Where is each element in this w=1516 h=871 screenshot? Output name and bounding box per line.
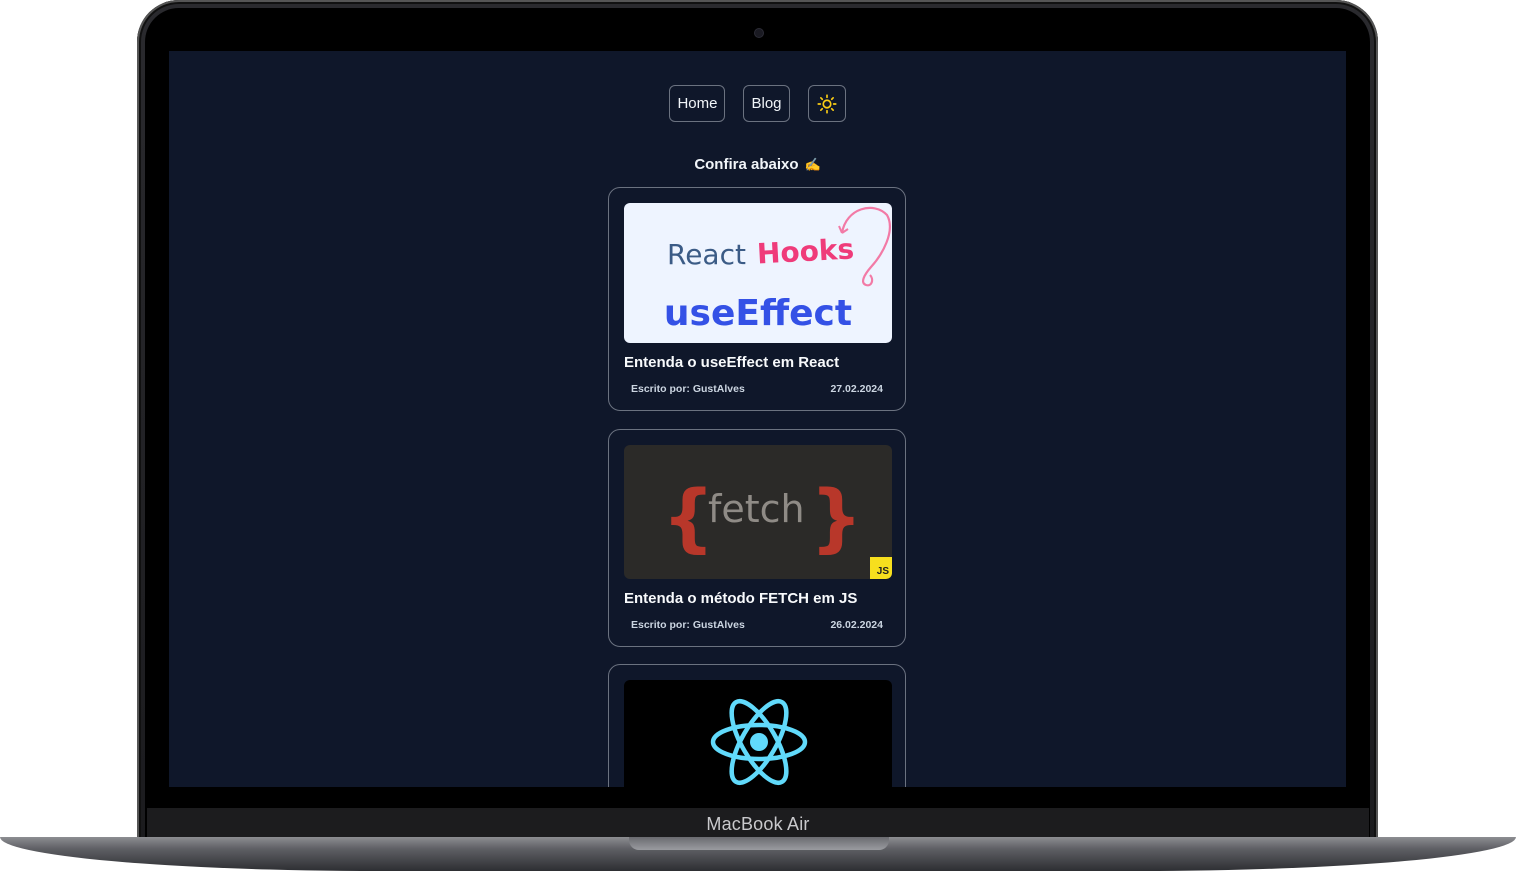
post-thumbnail[interactable]: { fetch } JS [624, 445, 892, 579]
react-logo-icon [710, 699, 808, 785]
thumb-brace-open: { [662, 475, 715, 561]
theme-toggle-button[interactable] [807, 85, 846, 122]
laptop-chin: MacBook Air [147, 808, 1369, 840]
post-meta: Escrito por: GustAlves 26.02.2024 [624, 619, 890, 631]
camera-icon [755, 29, 763, 37]
thumb-brace-close: } [810, 475, 863, 561]
thumb-hooks-text: Hooks [756, 232, 855, 270]
post-title[interactable]: Entenda o método FETCH em JS [624, 590, 890, 607]
thumb-react-text: React [667, 238, 746, 271]
post-card[interactable] [608, 664, 906, 787]
post-title[interactable]: Entenda o useEffect em React [624, 354, 890, 371]
blog-button[interactable]: Blog [743, 85, 790, 122]
fetch-thumbnail: { fetch } [662, 475, 863, 561]
js-logo-icon: JS [870, 557, 892, 579]
post-author: Escrito por: GustAlves [631, 383, 745, 395]
section-heading: Confira abaixo ✍️ [169, 156, 1346, 173]
post-date: 26.02.2024 [830, 619, 883, 631]
sun-icon [816, 93, 837, 114]
post-card[interactable]: { fetch } JS Entenda o método FETCH em J… [608, 429, 906, 647]
post-card[interactable]: React Hooks useEffect Entenda o useEffec… [608, 187, 906, 411]
post-meta: Escrito por: GustAlves 27.02.2024 [624, 383, 890, 395]
writing-hand-icon: ✍️ [804, 157, 821, 172]
react-hooks-thumbnail: React Hooks useEffect [664, 206, 891, 334]
thumb-useeffect-text: useEffect [664, 293, 852, 334]
post-date: 27.02.2024 [830, 383, 883, 395]
thumb-fetch-text: fetch [708, 487, 805, 531]
laptop-hinge-notch [629, 837, 889, 850]
post-thumbnail[interactable]: React Hooks useEffect [624, 203, 892, 343]
heading-text: Confira abaixo [694, 156, 799, 173]
app-screen: Home Blog Confira abaixo ✍️ React Hooks [169, 51, 1346, 787]
home-button[interactable]: Home [669, 85, 726, 122]
post-author: Escrito por: GustAlves [631, 619, 745, 631]
device-label: MacBook Air [706, 814, 810, 834]
post-thumbnail[interactable] [624, 680, 892, 787]
top-nav: Home Blog [169, 85, 1346, 122]
